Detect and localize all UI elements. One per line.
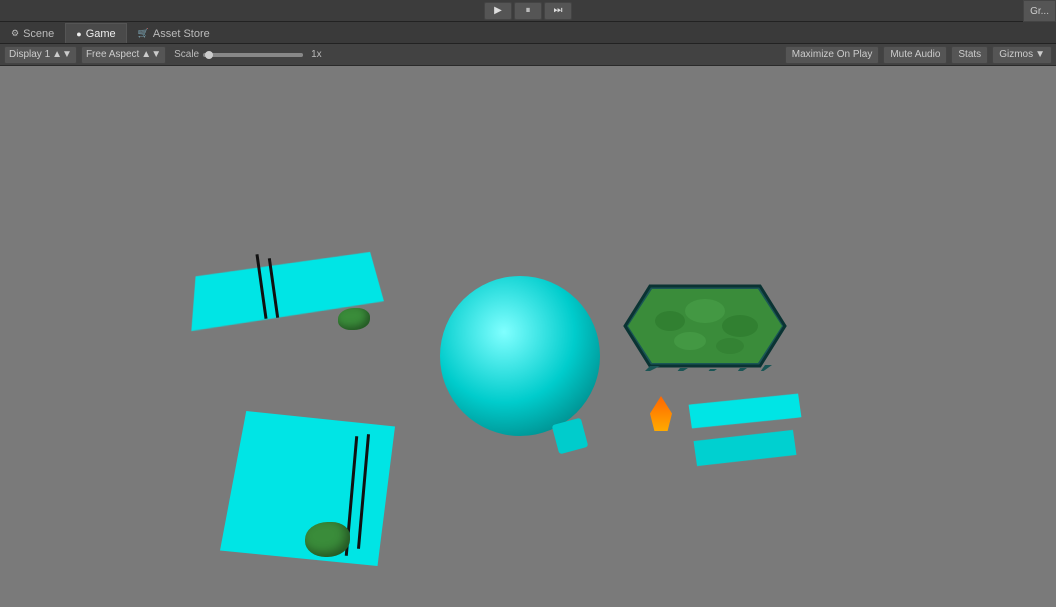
mute-label: Mute Audio	[890, 49, 940, 60]
bush-topleft	[338, 308, 370, 330]
aspect-dropdown[interactable]: Free Aspect ▲▼	[81, 46, 166, 64]
tab-game[interactable]: ● Game	[65, 23, 126, 43]
scene-icon: ⚙	[11, 28, 19, 39]
scale-label: Scale	[174, 49, 199, 60]
scene-container	[0, 66, 1056, 607]
scale-value: 1x	[311, 49, 322, 60]
game-viewport	[0, 66, 1056, 607]
platform-right-top	[689, 389, 802, 432]
playback-controls: ▶ ⏸ ⏭	[484, 2, 572, 20]
platform-right-bottom	[694, 427, 797, 469]
pause-button[interactable]: ⏸	[514, 2, 542, 20]
hex-platform	[620, 281, 790, 371]
aspect-label: Free Aspect	[86, 49, 139, 60]
maximize-label: Maximize On Play	[792, 49, 873, 60]
aspect-chevron-icon: ▲▼	[141, 49, 161, 60]
tab-scene-label: Scene	[23, 28, 54, 40]
scale-thumb	[205, 51, 213, 59]
scale-track	[203, 53, 303, 57]
mute-audio-button[interactable]: Mute Audio	[883, 46, 947, 64]
stats-button[interactable]: Stats	[951, 46, 988, 64]
fire-element	[650, 396, 672, 431]
gizmos-chevron-icon: ▼	[1035, 49, 1045, 60]
neck-connector	[552, 418, 589, 455]
tab-asset-store[interactable]: 🛒 Asset Store	[127, 23, 221, 43]
stats-label: Stats	[958, 49, 981, 60]
top-toolbar: ▶ ⏸ ⏭ Gr...	[0, 0, 1056, 22]
maximize-on-play-button[interactable]: Maximize On Play	[785, 46, 880, 64]
tab-scene[interactable]: ⚙ Scene	[0, 23, 65, 43]
display-label: Display 1	[9, 49, 50, 60]
gizmos-button[interactable]: Gizmos ▼	[992, 46, 1052, 64]
secondary-toolbar: Display 1 ▲▼ Free Aspect ▲▼ Scale 1x Max…	[0, 44, 1056, 66]
scale-slider[interactable]	[203, 53, 303, 57]
sphere	[440, 276, 600, 436]
display-dropdown[interactable]: Display 1 ▲▼	[4, 46, 77, 64]
asset-store-icon: 🛒	[138, 28, 149, 39]
top-right-button[interactable]: Gr...	[1023, 0, 1056, 22]
gizmos-label: Gizmos	[999, 49, 1033, 60]
bush-bottomleft	[305, 522, 350, 557]
step-button[interactable]: ⏭	[544, 2, 572, 20]
tab-game-label: Game	[86, 28, 116, 40]
display-chevron-icon: ▲▼	[52, 49, 72, 60]
tab-bar: ⚙ Scene ● Game 🛒 Asset Store	[0, 22, 1056, 44]
tab-asset-store-label: Asset Store	[153, 28, 210, 40]
game-icon: ●	[76, 29, 81, 39]
play-button[interactable]: ▶	[484, 2, 512, 20]
